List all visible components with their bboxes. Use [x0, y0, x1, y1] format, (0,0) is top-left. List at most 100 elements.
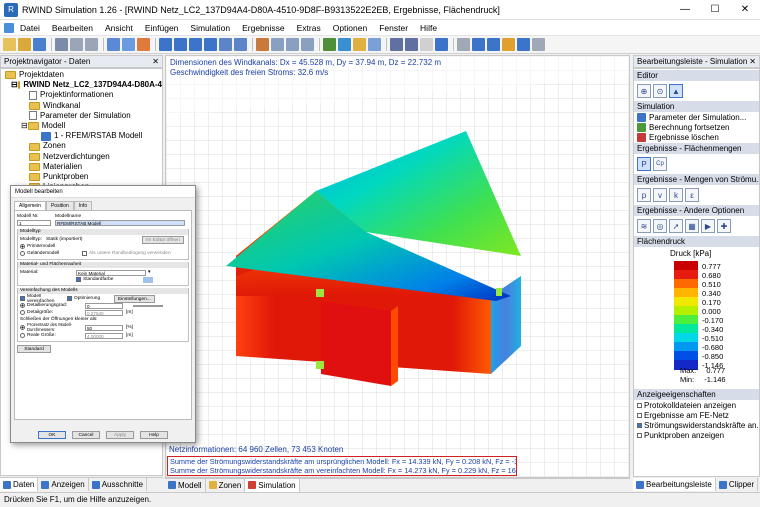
display-item[interactable]: Ergebnisse am FE-Netz — [634, 410, 759, 420]
flow-eps-button[interactable]: ε — [685, 188, 699, 202]
display-item-checkbox[interactable] — [637, 432, 642, 438]
solid-icon[interactable] — [286, 38, 299, 51]
menu-fenster[interactable]: Fenster — [373, 23, 414, 33]
menu-hilfe[interactable]: Hilfe — [414, 23, 443, 33]
close-icon[interactable]: ✕ — [152, 57, 159, 66]
tree-node-project[interactable]: ⊟ RWIND Netz_LC2_137D94A4-D80A-4 — [3, 80, 162, 90]
zone-icon[interactable] — [353, 38, 366, 51]
menu-extras[interactable]: Extras — [291, 23, 327, 33]
mdi-icon[interactable] — [4, 22, 14, 33]
blank-icon[interactable] — [420, 38, 433, 51]
sim-continue-item[interactable]: Berechnung fortsetzen — [634, 122, 759, 132]
simulation-scene[interactable] — [166, 56, 630, 478]
flow-k-button[interactable]: k — [669, 188, 683, 202]
3d-viewport[interactable]: Dimensionen des Windkanals: Dx = 45.528 … — [165, 55, 630, 478]
ok-button[interactable]: OK — [38, 431, 66, 439]
material-select[interactable]: Kein Material — [76, 269, 146, 276]
zoom-icon[interactable] — [219, 38, 232, 51]
percent-input[interactable]: 50 — [85, 324, 123, 331]
view-x-icon[interactable] — [174, 38, 187, 51]
move-icon[interactable] — [122, 38, 135, 51]
close-button[interactable]: ✕ — [730, 0, 760, 20]
render-icon[interactable] — [435, 38, 448, 51]
menu-datei[interactable]: Datei — [14, 23, 46, 33]
stream-icon[interactable] — [338, 38, 351, 51]
dialog-tab-info[interactable]: Info — [73, 201, 93, 210]
measure-icon[interactable] — [256, 38, 269, 51]
maximize-button[interactable]: ☐ — [700, 0, 730, 20]
tree-node-punktproben[interactable]: Punktproben — [3, 172, 162, 182]
wireframe-icon[interactable] — [271, 38, 284, 51]
sim-parameters-item[interactable]: Parameter der Simulation... — [634, 112, 759, 122]
help-button[interactable]: Help — [140, 431, 168, 439]
tab-bearbeitungsleiste[interactable]: Bearbeitungsleiste — [633, 478, 716, 491]
view-y-icon[interactable] — [189, 38, 202, 51]
close-icon[interactable]: ✕ — [749, 57, 756, 66]
flow-p-button[interactable]: p — [637, 188, 651, 202]
tree-node-modell[interactable]: ⊟ Modell — [3, 121, 162, 131]
model-no-input[interactable]: 1 — [17, 219, 51, 226]
flow-v-button[interactable]: v — [653, 188, 667, 202]
section-simulation[interactable]: Simulation — [634, 101, 759, 112]
collapse-icon[interactable]: ⊟ — [11, 80, 18, 90]
pressure-button[interactable]: P — [637, 157, 651, 171]
tab-simulation[interactable]: Simulation — [245, 478, 300, 492]
tab-daten[interactable]: Daten — [0, 478, 39, 491]
detail-size-input[interactable]: 0.27540 — [85, 309, 123, 316]
tab-ausschnitte[interactable]: Ausschnitte — [89, 478, 148, 491]
section-surfaces[interactable]: Ergebnisse - Flächenmengen — [634, 143, 759, 154]
percent-radio[interactable] — [20, 325, 25, 330]
detail-slider[interactable] — [133, 304, 163, 307]
editor-select-icon[interactable]: ⊕ — [637, 84, 651, 98]
lower-boundary-checkbox[interactable] — [82, 251, 87, 256]
tab-zonen[interactable]: Zonen — [206, 478, 246, 492]
display-item[interactable]: Strömungswiderstandskräfte an... — [634, 420, 759, 430]
apply-button[interactable]: Apply — [106, 431, 134, 439]
tab-clipper[interactable]: Clipper — [716, 478, 759, 491]
select-icon[interactable] — [107, 38, 120, 51]
detail-level-radio[interactable] — [20, 303, 25, 308]
display-item-checkbox[interactable] — [637, 402, 642, 408]
color-swatch[interactable] — [143, 276, 153, 283]
display-item[interactable]: Punktproben anzeigen — [634, 430, 759, 440]
model-name-input[interactable]: RFEM/RSTAB Modell — [55, 219, 185, 226]
section-surface-pressure[interactable]: Flächendruck — [634, 236, 759, 247]
cancel-button[interactable]: Cancel — [72, 431, 100, 439]
view-z-icon[interactable] — [204, 38, 217, 51]
editor-results-icon[interactable]: ▲ — [669, 84, 683, 98]
sim-delete-item[interactable]: Ergebnisse löschen — [634, 132, 759, 142]
cp-button[interactable]: Cp — [653, 157, 667, 171]
real-size-input[interactable]: 4.00000 — [85, 332, 123, 339]
probe-icon[interactable] — [472, 38, 485, 51]
section-other-options[interactable]: Ergebnisse - Andere Optionen — [634, 205, 759, 216]
transparent-icon[interactable] — [301, 38, 314, 51]
menu-ansicht[interactable]: Ansicht — [99, 23, 139, 33]
optimization-checkbox[interactable] — [67, 296, 72, 301]
options-icon[interactable] — [532, 38, 545, 51]
section-icon[interactable] — [368, 38, 381, 51]
display-item-checkbox[interactable] — [637, 412, 642, 418]
undo-icon[interactable] — [70, 38, 83, 51]
tree-node-windkanal[interactable]: Windkanal — [3, 101, 162, 111]
menu-bearbeiten[interactable]: Bearbeiten — [46, 23, 99, 33]
display-item[interactable]: Protokolldateien anzeigen — [634, 400, 759, 410]
tree-node-projektinformationen[interactable]: Projektinformationen — [3, 90, 162, 100]
grid-icon[interactable] — [137, 38, 150, 51]
vectors-icon[interactable]: ➚ — [669, 219, 683, 233]
menu-simulation[interactable]: Simulation — [184, 23, 236, 33]
menu-einfuegen[interactable]: Einfügen — [139, 23, 185, 33]
line-probe-icon[interactable] — [487, 38, 500, 51]
display-item-checkbox[interactable] — [637, 422, 642, 428]
view-iso-icon[interactable] — [159, 38, 172, 51]
collapse-icon[interactable]: ⊟ — [21, 121, 28, 131]
tree-node-projektdaten[interactable]: Projektdaten — [3, 70, 162, 80]
print-icon[interactable] — [55, 38, 68, 51]
probes-icon[interactable]: ✚ — [717, 219, 731, 233]
save-icon[interactable] — [33, 38, 46, 51]
settings-button[interactable]: Einstellungen... — [114, 294, 155, 303]
minimize-button[interactable]: — — [670, 0, 700, 20]
standard-color-checkbox[interactable] — [76, 277, 81, 282]
tree-node-zonen[interactable]: Zonen — [3, 141, 162, 151]
dialog-tab-allgemein[interactable]: Allgemein — [14, 201, 46, 210]
tunnel-icon[interactable] — [405, 38, 418, 51]
